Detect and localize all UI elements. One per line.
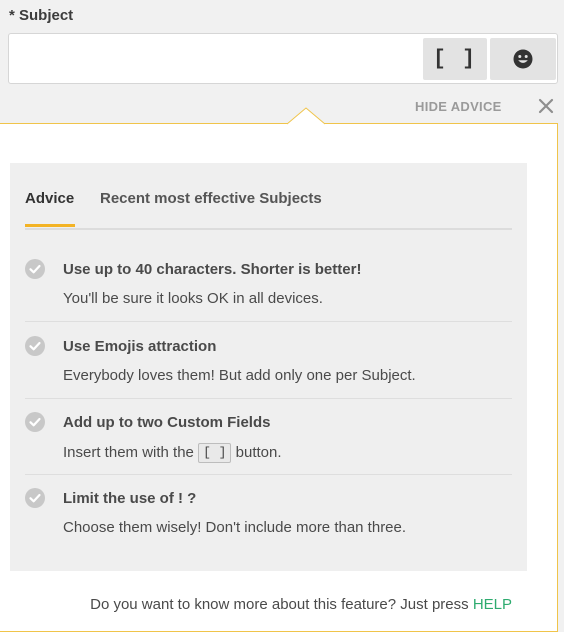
subject-field-container: [ ] [8,33,558,84]
panel-pointer [287,107,325,125]
subject-input[interactable] [9,34,421,83]
smiley-icon [513,49,533,69]
advice-item: Limit the use of ! ? Choose them wisely!… [25,474,512,550]
help-footer-text: Do you want to know more about this feat… [90,596,469,613]
check-icon [25,488,45,508]
advice-title: Use Emojis attraction [63,338,217,355]
advice-tabs: Advice Recent most effective Subjects [25,163,512,230]
advice-description-text: Insert them with the [63,444,194,461]
advice-description: Insert them with the [ ] button. [63,443,282,463]
emoji-button[interactable] [490,38,556,80]
tab-advice[interactable]: Advice [25,190,76,227]
advice-description: Everybody loves them! But add only one p… [63,367,416,384]
check-icon [25,336,45,356]
help-link[interactable]: HELP [473,596,512,613]
advice-description: You'll be sure it looks OK in all device… [63,290,323,307]
advice-item: Use up to 40 characters. Shorter is bett… [25,245,512,322]
check-icon [25,412,45,432]
help-footer: Do you want to know more about this feat… [0,596,512,613]
subject-label: * Subject [9,7,74,24]
close-icon[interactable] [538,98,554,114]
custom-field-chip: [ ] [198,443,232,463]
advice-content: Advice Recent most effective Subjects Us… [10,163,527,571]
custom-field-button[interactable]: [ ] [423,38,487,80]
advice-item: Use Emojis attraction Everybody loves th… [25,322,512,399]
hide-advice-link[interactable]: HIDE ADVICE [415,99,502,114]
advice-title: Limit the use of ! ? [63,490,197,507]
advice-description-text: button. [235,444,282,461]
custom-field-button-label: [ ] [433,47,477,71]
advice-title: Use up to 40 characters. Shorter is bett… [63,261,362,278]
tab-recent-subjects[interactable]: Recent most effective Subjects [100,190,322,207]
check-icon [25,259,45,279]
advice-item: Add up to two Custom Fields Insert them … [25,398,512,475]
advice-description: Choose them wisely! Don't include more t… [63,519,407,536]
advice-title: Add up to two Custom Fields [63,414,271,431]
